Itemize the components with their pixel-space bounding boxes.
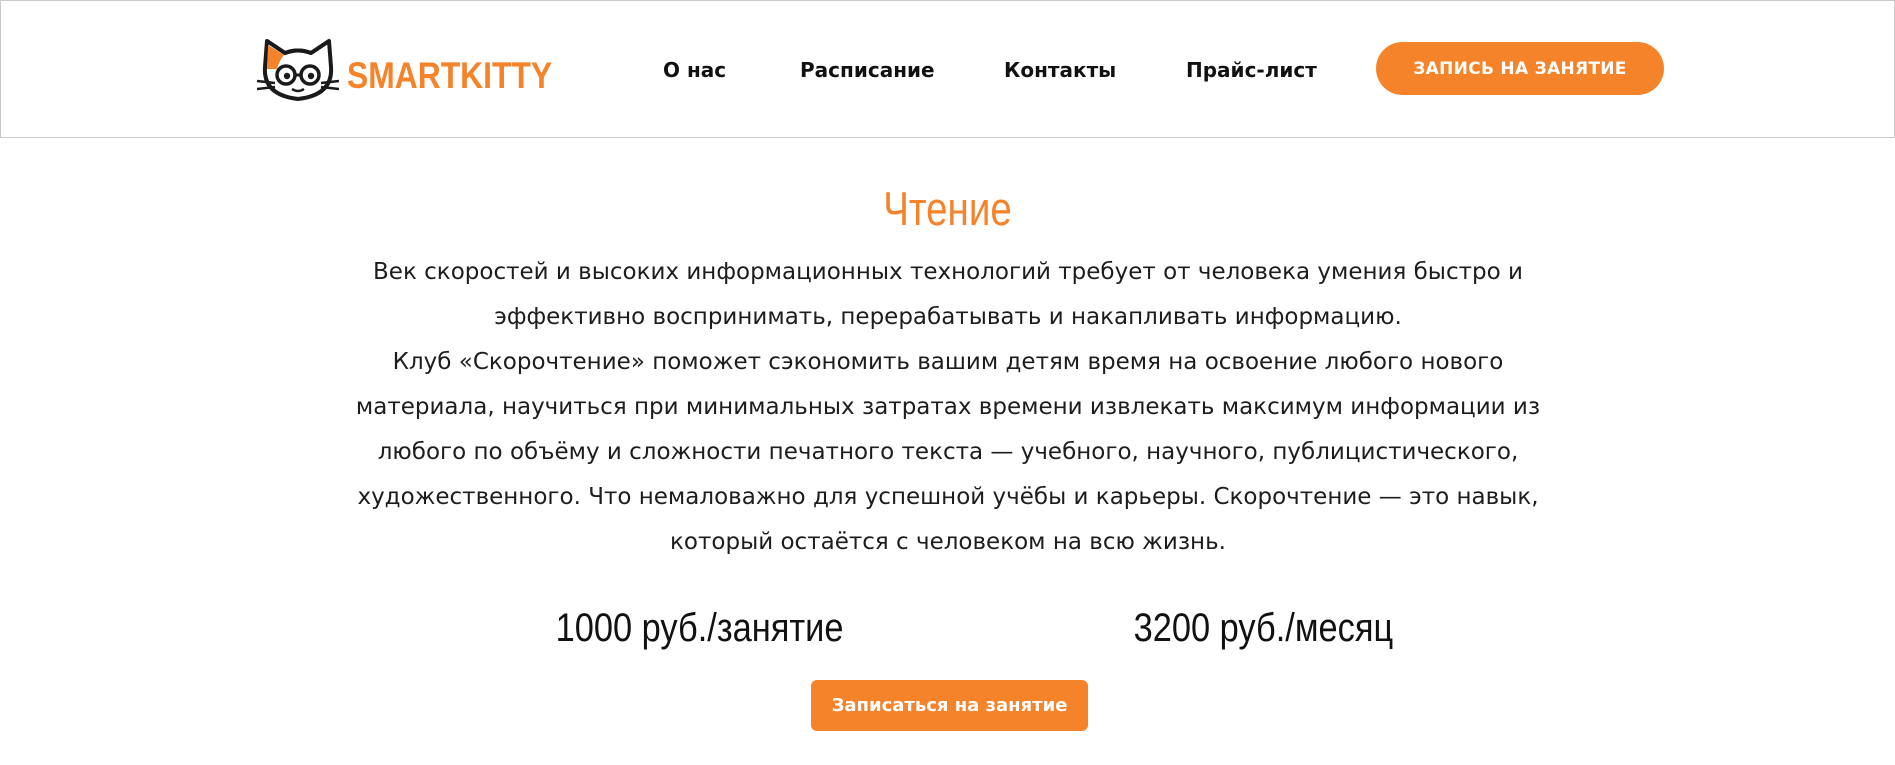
description: Век скоростей и высоких информационных т… [330,250,1566,565]
signup-button[interactable]: Записаться на занятие [811,680,1088,731]
price-per-lesson: 1000 руб./занятие [555,606,844,650]
description-paragraph-2: Клуб «Скорочтение» поможет сэкономить ва… [355,349,1541,555]
nav-item-about[interactable]: О нас [663,55,726,85]
nav-item-schedule[interactable]: Расписание [800,55,935,85]
price-per-month: 3200 руб./месяц [1133,606,1394,650]
signup-header-button[interactable]: ЗАПИСЬ НА ЗАНЯТИЕ [1376,42,1664,95]
page-title: Чтение [883,182,1012,235]
nav-item-contacts[interactable]: Контакты [1004,55,1116,85]
site-header: SMARTKITTY О нас Расписание Контакты Пра… [0,0,1895,138]
page: SMARTKITTY О нас Расписание Контакты Пра… [0,0,1895,765]
description-paragraph-1: Век скоростей и высоких информационных т… [373,259,1523,330]
nav-item-price-list[interactable]: Прайс-лист [1186,55,1317,85]
